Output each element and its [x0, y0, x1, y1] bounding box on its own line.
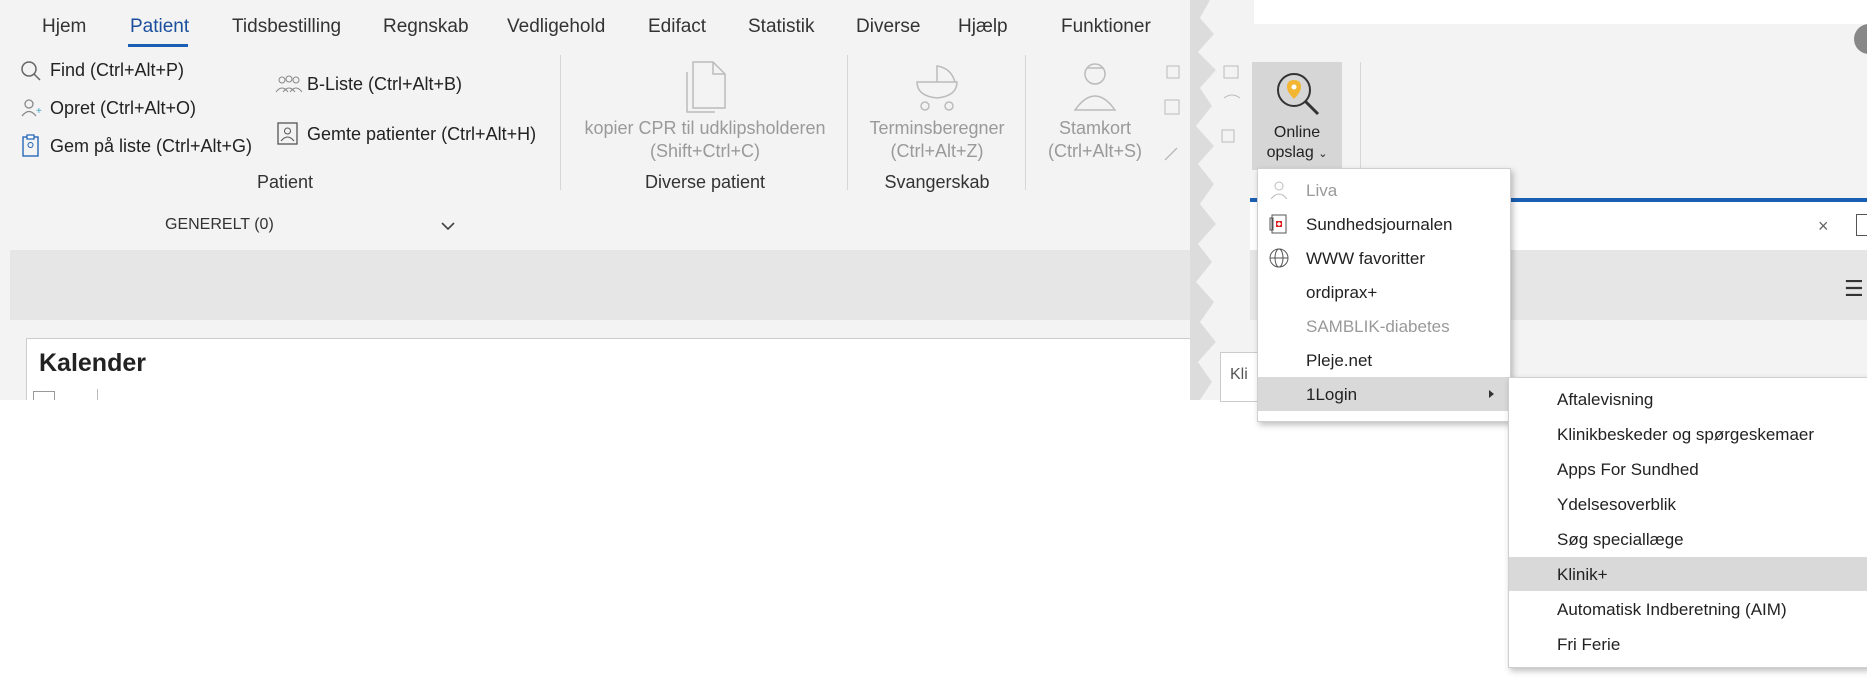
stamkort-button[interactable]: Stamkort (Ctrl+Alt+S)	[1035, 58, 1155, 162]
menu-edifact[interactable]: Edifact	[648, 16, 706, 38]
submenu-item-automatisk-indberetning[interactable]: Automatisk Indberetning (AIM)	[1509, 592, 1867, 626]
kopier-line2: (Shift+Ctrl+C)	[649, 141, 761, 161]
group-separator	[1360, 62, 1361, 170]
menu-item-liva[interactable]: Liva	[1258, 173, 1510, 207]
menu-diverse[interactable]: Diverse	[856, 16, 920, 38]
column-divider	[97, 389, 98, 400]
submenu-item-fri-ferie[interactable]: Fri Ferie	[1509, 627, 1867, 661]
submenu-item-label: Automatisk Indberetning (AIM)	[1557, 600, 1787, 619]
group-separator	[1025, 55, 1026, 190]
group-separator	[560, 55, 561, 190]
group-label-diverse-patient: Diverse patient	[644, 172, 766, 192]
user-avatar[interactable]	[1854, 24, 1867, 54]
menu-funktioner[interactable]: Funktioner	[1061, 16, 1151, 38]
chat-icon[interactable]	[1856, 214, 1867, 236]
termin-line1: Terminsberegner	[869, 118, 1005, 138]
online-opslag-button[interactable]: Online opslag ⌄	[1252, 62, 1342, 170]
menu-tidsbestilling[interactable]: Tidsbestilling	[232, 16, 341, 38]
calendar-title: Kalender	[39, 349, 146, 377]
menu-item-label: Pleje.net	[1306, 351, 1373, 370]
menu-hjaelp[interactable]: Hjælp	[958, 16, 1008, 38]
magnifier-pin-icon	[1277, 73, 1320, 116]
menu-item-label: WWW favoritter	[1306, 249, 1425, 268]
submenu-item-label: Ydelsesoverblik	[1557, 495, 1677, 514]
generelt-tab[interactable]: GENERELT (0)	[165, 216, 274, 234]
partial-label-kli: Kli	[1230, 366, 1248, 383]
kopier-line1: kopier CPR til udklipsholderen	[584, 118, 826, 138]
opret-label: Opret (Ctrl+Alt+O)	[50, 98, 197, 118]
menu-item-label: 1Login	[1306, 385, 1358, 404]
menu-item-label: Sundhedsjournalen	[1306, 215, 1453, 234]
menu-item-pleje-net[interactable]: Pleje.net	[1258, 343, 1510, 377]
menu-vedligehold[interactable]: Vedligehold	[507, 16, 605, 38]
bliste-label: B-Liste (Ctrl+Alt+B)	[307, 74, 463, 94]
submenu-item-klinik-plus[interactable]: Klinik+	[1509, 557, 1867, 591]
submenu-item-klinikbeskeder[interactable]: Klinikbeskeder og spørgeskemaer	[1509, 417, 1867, 451]
online-opslag-line2-wrap: opslag ⌄	[1252, 144, 1342, 162]
person-icon	[1270, 181, 1288, 200]
submenu-item-ydelsesoverblik[interactable]: Ydelsesoverblik	[1509, 487, 1867, 521]
people-group-icon	[275, 75, 303, 93]
terminsberegner-button[interactable]: Terminsberegner (Ctrl+Alt+Z)	[857, 58, 1017, 162]
gemte-label: Gemte patienter (Ctrl+Alt+H)	[307, 124, 537, 144]
menu-item-ordiprax[interactable]: ordiprax+	[1258, 275, 1510, 309]
online-opslag-line2: opslag	[1266, 144, 1314, 161]
submenu-item-label: Søg speciallæge	[1557, 530, 1684, 549]
stroller-icon	[916, 65, 958, 111]
online-opslag-line1: Online	[1273, 124, 1321, 141]
chevron-down-icon: ⌄	[1318, 148, 1328, 160]
hamburger-menu-icon[interactable]: ☰	[1844, 276, 1864, 302]
top-strip	[1254, 0, 1867, 24]
menu-item-samblik-diabetes[interactable]: SAMBLIK-diabetes	[1258, 309, 1510, 343]
menu-item-label: Liva	[1306, 181, 1338, 200]
close-icon[interactable]: ×	[1818, 216, 1829, 237]
menu-bar: Hjem Patient Tidsbestilling Regnskab Ved…	[10, 0, 1220, 50]
submenu-item-label: Fri Ferie	[1557, 635, 1621, 654]
submenu-item-label: Klinikbeskeder og spørgeskemaer	[1557, 425, 1815, 444]
group-label-svangerskab: Svangerskab	[884, 172, 990, 192]
menu-statistik[interactable]: Statistik	[748, 16, 815, 38]
menu-item-label: ordiprax+	[1306, 283, 1378, 302]
menu-item-sundhedsjournalen[interactable]: Sundhedsjournalen	[1258, 207, 1510, 241]
calendar-panel: Kalender	[26, 338, 1220, 400]
stamkort-line1: Stamkort	[1058, 118, 1132, 138]
submenu-item-label: Aftalevisning	[1557, 390, 1654, 409]
calendar-checkbox[interactable]	[33, 391, 55, 400]
find-label: Find (Ctrl+Alt+P)	[50, 60, 185, 80]
submenu-item-label: Klinik+	[1557, 565, 1608, 584]
journal-icon	[1269, 214, 1287, 234]
menu-patient[interactable]: Patient	[130, 16, 189, 38]
menu-item-1login[interactable]: 1Login	[1258, 377, 1510, 411]
menu-hjem[interactable]: Hjem	[42, 16, 86, 38]
submenu-item-apps-for-sundhed[interactable]: Apps For Sundhed	[1509, 452, 1867, 486]
person-card-icon	[277, 122, 298, 145]
menu-regnskab[interactable]: Regnskab	[383, 16, 469, 38]
left-ribbon-panel: Hjem Patient Tidsbestilling Regnskab Ved…	[0, 0, 1220, 400]
gem-label: Gem på liste (Ctrl+Alt+G)	[50, 136, 253, 156]
globe-icon	[1269, 248, 1289, 268]
group-separator	[847, 55, 848, 190]
submenu-item-label: Apps For Sundhed	[1557, 460, 1699, 479]
clipboard-icon	[22, 134, 39, 157]
1login-submenu: Aftalevisning Klinikbeskeder og spørgesk…	[1508, 377, 1867, 668]
add-person-icon: +	[21, 99, 42, 117]
submenu-arrow-icon	[1489, 390, 1494, 398]
group-label-patient: Patient	[256, 172, 314, 192]
kopier-cpr-button[interactable]: kopier CPR til udklipsholderen (Shift+Ct…	[570, 58, 840, 162]
online-opslag-dropdown: Liva Sundhedsjournalen WWW favoritter or…	[1257, 168, 1511, 422]
active-tab-underline	[128, 44, 188, 47]
nurse-icon	[1073, 63, 1117, 111]
termin-line2: (Ctrl+Alt+Z)	[890, 141, 984, 161]
stamkort-line2: (Ctrl+Alt+S)	[1047, 141, 1143, 161]
menu-item-label: SAMBLIK-diabetes	[1306, 317, 1450, 336]
menu-item-www-favoritter[interactable]: WWW favoritter	[1258, 241, 1510, 275]
submenu-item-aftalevisning[interactable]: Aftalevisning	[1509, 382, 1867, 416]
chevron-down-icon[interactable]	[440, 220, 456, 232]
copy-document-icon	[686, 61, 726, 113]
partial-icons-right	[1221, 65, 1241, 143]
search-icon	[21, 61, 41, 81]
toolbar-gap	[10, 250, 1220, 320]
submenu-item-soeg-speciallaege[interactable]: Søg speciallæge	[1509, 522, 1867, 556]
svg-text:+: +	[36, 106, 42, 117]
